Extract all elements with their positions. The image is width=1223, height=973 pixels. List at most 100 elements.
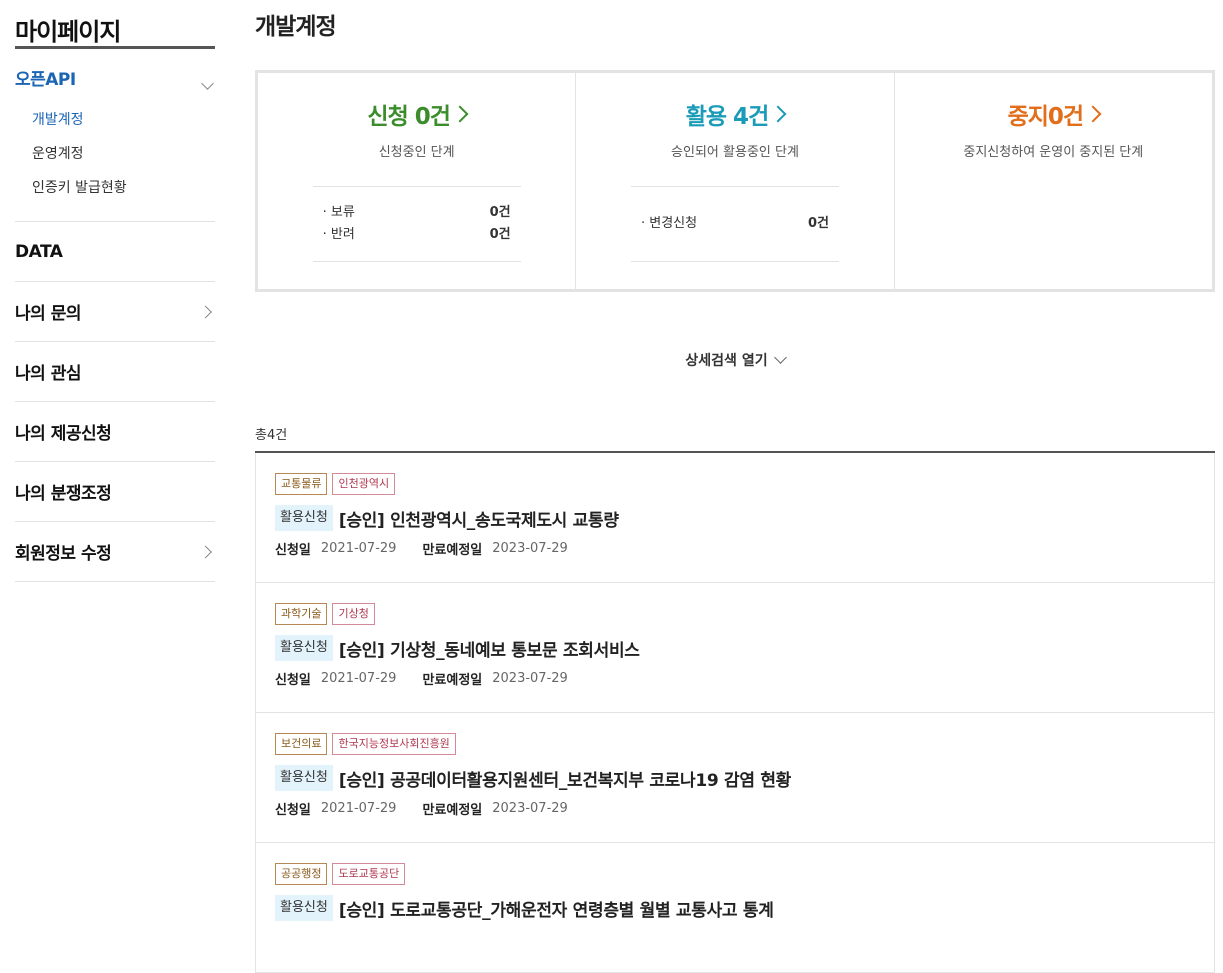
item-dates: 신청일 2021-07-29 만료예정일 2023-07-29: [275, 539, 1195, 558]
total-count: 총4건: [255, 427, 1215, 453]
chevron-right-icon: [451, 105, 469, 123]
item-dates: 신청일 2021-07-29 만료예정일 2023-07-29: [275, 799, 1195, 818]
list-item: 보건의료 한국지능정보사회진흥원 활용신청 [승인] 공공데이터활용지원센터_보…: [255, 713, 1215, 843]
summary-apply: 신청 0건 신청중인 단계 · 보류 0건 · 반려 0건: [258, 73, 577, 289]
org-tag: 인천광역시: [332, 473, 396, 495]
sidebar-item-openapi[interactable]: 오픈API: [15, 67, 215, 93]
chevron-down-icon: [773, 351, 787, 364]
org-tag: 도로교통공단: [332, 863, 406, 885]
status-badge: 활용신청: [275, 505, 333, 531]
item-tags: 과학기술 기상청: [275, 603, 1195, 625]
summary-row-value: 0건: [489, 227, 511, 242]
sidebar-subitem-ops-account[interactable]: 운영계정: [15, 137, 215, 171]
summary-row-label: · 변경신청: [640, 216, 698, 231]
item-title-row: 활용신청 [승인] 도로교통공단_가해운전자 연령층별 월별 교통사고 통계: [275, 895, 1195, 921]
summary-stop-desc: 중지신청하여 운영이 중지된 단계: [963, 145, 1144, 160]
expire-date-label: 만료예정일: [422, 803, 483, 818]
category-tag: 보건의료: [275, 733, 328, 755]
item-tags: 보건의료 한국지능정보사회진흥원: [275, 733, 1195, 755]
summary-apply-details: · 보류 0건 · 반려 0건: [312, 186, 521, 262]
sidebar-subitem-dev-account[interactable]: 개발계정: [15, 103, 215, 137]
category-tag: 교통물류: [275, 473, 328, 495]
chevron-right-icon: [769, 105, 787, 123]
api-list: 교통물류 인천광역시 활용신청 [승인] 인천광역시_송도국제도시 교통량 신청…: [255, 453, 1215, 973]
expire-date-label: 만료예정일: [422, 673, 483, 688]
sidebar-item-label: 회원정보 수정: [15, 544, 112, 564]
item-title-row: 활용신청 [승인] 공공데이터활용지원센터_보건복지부 코로나19 감염 현황: [275, 765, 1195, 791]
chevron-right-icon: [199, 545, 212, 558]
org-tag: 기상청: [332, 603, 375, 625]
sidebar-title: 마이페이지: [15, 0, 215, 49]
org-tag: 한국지능정보사회진흥원: [332, 733, 456, 755]
sidebar-item-my-dispute[interactable]: 나의 분쟁조정: [15, 462, 215, 522]
list-item: 공공행정 도로교통공단 활용신청 [승인] 도로교통공단_가해운전자 연령층별 …: [255, 843, 1215, 973]
summary-use-title: 활용 4건: [685, 104, 769, 130]
item-dates: 신청일 2021-07-29 만료예정일 2023-07-29: [275, 669, 1195, 688]
apply-date-label: 신청일: [275, 543, 311, 558]
expire-date: 2023-07-29: [492, 801, 568, 816]
summary-stop-link[interactable]: 중지0건: [1007, 97, 1102, 131]
category-tag: 공공행정: [275, 863, 328, 885]
item-title-link[interactable]: [승인] 도로교통공단_가해운전자 연령층별 월별 교통사고 통계: [339, 896, 774, 921]
item-tags: 공공행정 도로교통공단: [275, 863, 1195, 885]
list-item: 교통물류 인천광역시 활용신청 [승인] 인천광역시_송도국제도시 교통량 신청…: [255, 453, 1215, 583]
detail-search-toggle[interactable]: 상세검색 열기: [255, 350, 1215, 370]
item-tags: 교통물류 인천광역시: [275, 473, 1195, 495]
summary-apply-link[interactable]: 신청 0건: [367, 97, 469, 131]
sidebar-item-my-interest[interactable]: 나의 관심: [15, 342, 215, 402]
item-title-link[interactable]: [승인] 인천광역시_송도국제도시 교통량: [339, 506, 619, 531]
expire-date: 2023-07-29: [492, 541, 568, 556]
summary-row-value: 0건: [807, 216, 829, 231]
summary-use-details: · 변경신청 0건: [630, 186, 839, 262]
summary-row-label: · 보류: [322, 205, 355, 220]
status-badge: 활용신청: [275, 895, 333, 921]
sidebar: 마이페이지 오픈API 개발계정 운영계정 인증키 발급현황 DATA 나의 문…: [15, 0, 215, 582]
item-title-link[interactable]: [승인] 기상청_동네예보 통보문 조회서비스: [339, 636, 640, 661]
sidebar-menu-openapi: 오픈API 개발계정 운영계정 인증키 발급현황: [15, 49, 215, 222]
summary-use: 활용 4건 승인되어 활용중인 단계 · 변경신청 0건: [576, 73, 895, 289]
chevron-right-icon: [1084, 105, 1102, 123]
item-title-link[interactable]: [승인] 공공데이터활용지원센터_보건복지부 코로나19 감염 현황: [339, 766, 791, 791]
summary-stop-title: 중지0건: [1007, 104, 1084, 130]
category-tag: 과학기술: [275, 603, 328, 625]
apply-date: 2021-07-29: [320, 801, 397, 816]
sidebar-item-edit-member[interactable]: 회원정보 수정: [15, 522, 215, 582]
sidebar-item-label: 나의 관심: [15, 364, 81, 384]
expire-date-label: 만료예정일: [422, 543, 483, 558]
expire-date: 2023-07-29: [492, 671, 568, 686]
summary-apply-title: 신청 0건: [367, 104, 450, 130]
chevron-right-icon: [199, 305, 212, 318]
apply-date: 2021-07-29: [320, 671, 397, 686]
sidebar-item-label: 오픈API: [15, 70, 76, 90]
sidebar-submenu: 개발계정 운영계정 인증키 발급현황: [15, 103, 215, 205]
status-badge: 활용신청: [275, 765, 333, 791]
sidebar-subitem-key-status[interactable]: 인증키 발급현황: [15, 171, 215, 205]
summary-row: · 보류 0건: [323, 202, 511, 224]
summary-use-desc: 승인되어 활용중인 단계: [671, 145, 799, 160]
detail-search-label: 상세검색 열기: [685, 353, 768, 369]
sidebar-item-my-inquiry[interactable]: 나의 문의: [15, 282, 215, 342]
item-title-row: 활용신청 [승인] 인천광역시_송도국제도시 교통량: [275, 505, 1195, 531]
sidebar-item-data[interactable]: DATA: [15, 222, 215, 282]
summary-apply-desc: 신청중인 단계: [378, 145, 455, 160]
page-title: 개발계정: [255, 14, 337, 40]
apply-date-label: 신청일: [275, 673, 311, 688]
summary-stop: 중지0건 중지신청하여 운영이 중지된 단계: [895, 73, 1212, 289]
apply-date-label: 신청일: [275, 803, 311, 818]
sidebar-item-label: 나의 분쟁조정: [15, 484, 112, 504]
summary-row-label: · 반려: [322, 227, 355, 242]
sidebar-item-label: 나의 문의: [15, 304, 81, 324]
main-content: 개발계정 신청 0건 신청중인 단계 · 보류 0건 · 반려 0건 활용 4건…: [255, 0, 1215, 973]
summary-row: · 변경신청 0건: [641, 213, 829, 235]
status-badge: 활용신청: [275, 635, 333, 661]
sidebar-item-label: DATA: [15, 241, 63, 262]
summary-row-value: 0건: [489, 205, 511, 220]
summary-row: · 반려 0건: [323, 224, 511, 246]
status-summary: 신청 0건 신청중인 단계 · 보류 0건 · 반려 0건 활용 4건 승인되어: [255, 70, 1215, 292]
summary-use-link[interactable]: 활용 4건: [685, 97, 787, 131]
sidebar-item-my-provision[interactable]: 나의 제공신청: [15, 402, 215, 462]
sidebar-item-label: 나의 제공신청: [15, 424, 112, 444]
chevron-down-icon: [201, 77, 214, 90]
list-item: 과학기술 기상청 활용신청 [승인] 기상청_동네예보 통보문 조회서비스 신청…: [255, 583, 1215, 713]
item-title-row: 활용신청 [승인] 기상청_동네예보 통보문 조회서비스: [275, 635, 1195, 661]
